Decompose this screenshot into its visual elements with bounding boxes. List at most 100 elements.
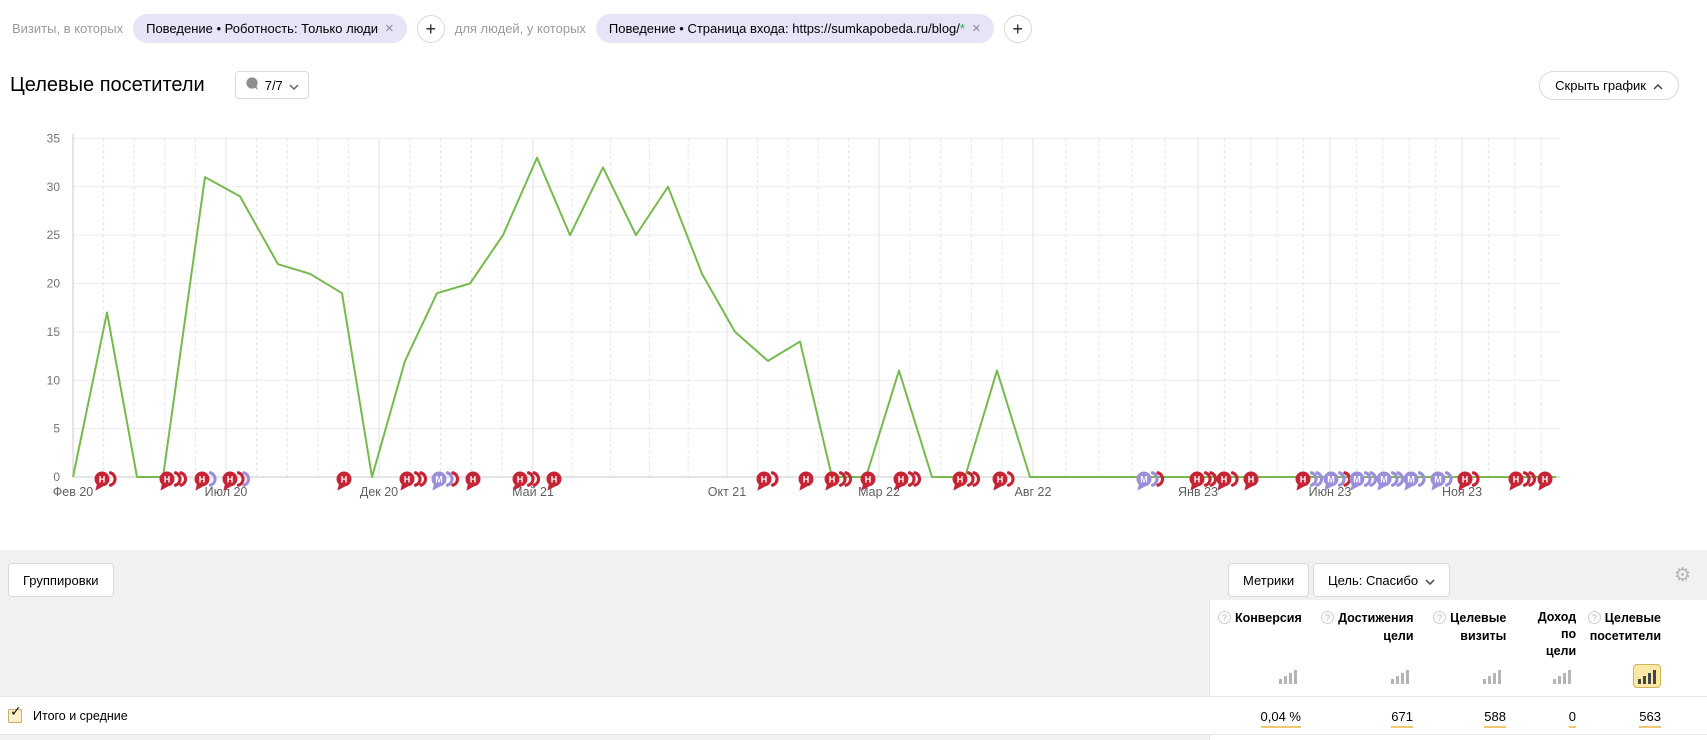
bar-chart-icon[interactable] xyxy=(1548,664,1576,688)
column-header[interactable]: ?Конверсия xyxy=(1210,609,1304,660)
column-label: Достижения цели xyxy=(1338,611,1413,643)
svg-text:Н: Н xyxy=(404,474,411,484)
note-marker[interactable]: Н xyxy=(222,470,260,493)
svg-text:М: М xyxy=(1327,474,1335,484)
note-marker[interactable]: Н xyxy=(159,470,197,493)
visitors-chart: 05101520253035Фев 20Июл 20Дек 20Май 21Ок… xyxy=(0,120,1707,515)
note-marker[interactable]: Н xyxy=(1243,470,1281,493)
y-tick-label: 35 xyxy=(47,131,61,145)
column-header[interactable]: ?Целевые посетители xyxy=(1578,609,1663,660)
page-title: Целевые посетители xyxy=(10,74,205,97)
svg-text:Н: Н xyxy=(164,474,171,484)
remove-chip-icon[interactable]: × xyxy=(972,20,981,37)
segment-chip-robots[interactable]: Поведение • Роботность: Только люди × xyxy=(133,14,407,43)
column-header[interactable]: Доход по цели xyxy=(1508,609,1578,660)
note-marker-icon: Н xyxy=(465,470,503,493)
column-header[interactable]: ?Целевые визиты xyxy=(1416,609,1509,660)
bar-chart-icon[interactable] xyxy=(1386,664,1414,688)
note-marker[interactable]: Н xyxy=(94,470,132,493)
comment-bubble-icon xyxy=(245,77,259,93)
svg-text:Н: Н xyxy=(517,474,524,484)
column-toggle-cell xyxy=(1304,664,1416,690)
note-marker[interactable]: Н xyxy=(512,470,550,493)
column-label: Конверсия xyxy=(1235,611,1302,625)
note-marker[interactable]: Н xyxy=(1457,470,1495,493)
svg-text:Н: Н xyxy=(1513,474,1520,484)
svg-text:Н: Н xyxy=(803,474,810,484)
note-marker-icon: Н xyxy=(1537,470,1575,493)
segment-chip-entry-page[interactable]: Поведение • Страница входа: https://sumk… xyxy=(596,14,994,43)
chevron-down-icon xyxy=(289,78,299,93)
totals-checkbox[interactable]: ✓ xyxy=(8,709,22,723)
svg-text:Н: Н xyxy=(551,474,558,484)
y-tick-label: 25 xyxy=(47,228,61,242)
remove-chip-icon[interactable]: × xyxy=(385,20,394,37)
note-marker[interactable]: Н xyxy=(992,470,1030,493)
svg-text:Н: Н xyxy=(898,474,905,484)
note-marker-icon: Н xyxy=(1457,470,1495,493)
note-marker[interactable]: М xyxy=(431,470,469,493)
svg-text:Н: Н xyxy=(1194,474,1201,484)
groupings-button[interactable]: Группировки xyxy=(8,563,114,597)
y-tick-label: 5 xyxy=(53,422,60,436)
column-header[interactable]: ?Достижения цели xyxy=(1304,609,1416,660)
svg-text:Н: Н xyxy=(470,474,477,484)
gear-icon[interactable]: ⚙ xyxy=(1674,564,1691,586)
note-marker-icon: Н xyxy=(94,470,132,493)
goal-selector-button[interactable]: Цель: Спасибо xyxy=(1313,563,1450,597)
notes-count: 7/7 xyxy=(265,78,283,93)
totals-value-cell: 563 xyxy=(1578,709,1663,724)
svg-text:Н: Н xyxy=(227,474,234,484)
svg-text:Н: Н xyxy=(1462,474,1469,484)
bar-chart-icon[interactable] xyxy=(1478,664,1506,688)
note-marker[interactable]: М xyxy=(1136,470,1174,493)
note-marker[interactable]: Н xyxy=(893,470,931,493)
total-value[interactable]: 671 xyxy=(1391,709,1413,728)
total-value[interactable]: 588 xyxy=(1484,709,1506,728)
metrics-header-row: ?Конверсия?Достижения цели?Целевые визит… xyxy=(1210,609,1663,660)
note-marker[interactable]: Н xyxy=(465,470,503,493)
note-marker[interactable]: Н xyxy=(824,470,862,493)
note-marker-icon: Н xyxy=(893,470,931,493)
hide-chart-button[interactable]: Скрыть график xyxy=(1539,71,1679,100)
note-marker[interactable]: Н xyxy=(336,470,374,493)
note-marker-icon: Н xyxy=(756,470,794,493)
add-segment-button[interactable]: + xyxy=(417,15,445,43)
segment-chip-text: Поведение • Страница входа: https://sumk… xyxy=(609,21,965,36)
title-row: Целевые посетители 7/7 Скрыть график xyxy=(10,70,1679,100)
total-value[interactable]: 563 xyxy=(1639,709,1661,728)
chevron-down-icon xyxy=(1425,573,1435,588)
note-marker-icon: Н xyxy=(222,470,260,493)
metrica-report-screen: Визиты, в которых Поведение • Роботность… xyxy=(0,0,1707,740)
metrics-button[interactable]: Метрики xyxy=(1228,563,1309,597)
bar-chart-icon[interactable] xyxy=(1274,664,1302,688)
note-marker[interactable]: Н xyxy=(546,470,584,493)
segment-filter-bar: Визиты, в которых Поведение • Роботность… xyxy=(12,14,1032,43)
metrics-chart-toggles-row xyxy=(1210,664,1663,690)
help-icon: ? xyxy=(1433,611,1446,624)
total-value[interactable]: 0 xyxy=(1569,709,1576,728)
chevron-up-icon xyxy=(1653,78,1663,93)
svg-text:Н: Н xyxy=(997,474,1004,484)
totals-row: ✓ Итого и средние 0,04 %6715880563 xyxy=(0,696,1707,735)
total-value[interactable]: 0,04 % xyxy=(1261,709,1301,728)
note-marker-icon: Н xyxy=(336,470,374,493)
column-toggle-cell xyxy=(1508,664,1578,690)
note-marker[interactable]: Н xyxy=(1537,470,1575,493)
note-marker-icon: Н xyxy=(1243,470,1281,493)
svg-text:Н: Н xyxy=(957,474,964,484)
totals-value-cell: 671 xyxy=(1303,709,1415,724)
note-marker-icon: Н xyxy=(159,470,197,493)
notes-button[interactable]: 7/7 xyxy=(235,71,309,99)
add-people-segment-button[interactable]: + xyxy=(1004,15,1032,43)
note-marker-icon: М xyxy=(1136,470,1174,493)
note-marker[interactable]: Н xyxy=(756,470,794,493)
column-label: Доход по цели xyxy=(1530,609,1576,660)
visits-condition-label: Визиты, в которых xyxy=(12,21,123,36)
chart-canvas[interactable]: 05101520253035Фев 20Июл 20Дек 20Май 21Ок… xyxy=(0,120,1707,515)
totals-values: 0,04 %6715880563 xyxy=(1209,697,1663,736)
svg-text:М: М xyxy=(1140,474,1148,484)
note-marker[interactable]: Н xyxy=(952,470,990,493)
bar-chart-icon[interactable] xyxy=(1633,664,1661,688)
svg-text:М: М xyxy=(1380,474,1388,484)
